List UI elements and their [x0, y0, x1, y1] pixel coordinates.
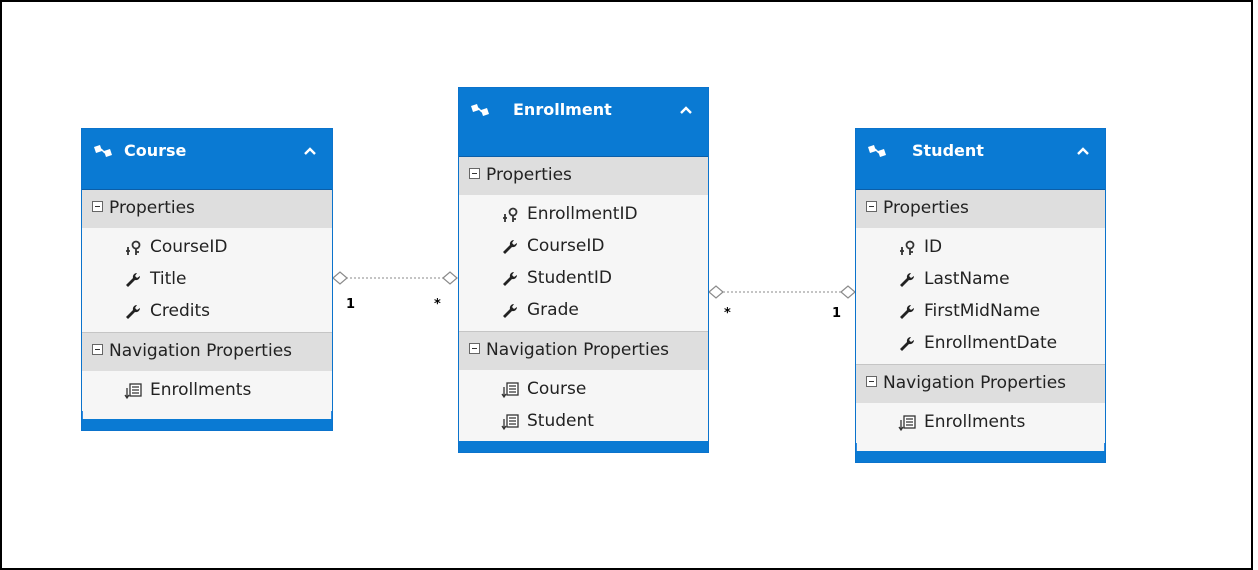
entity-header[interactable]: Enrollment	[459, 88, 708, 157]
entity-title: Course	[124, 141, 187, 160]
properties-section-header[interactable]: Properties	[856, 190, 1105, 228]
association-end-diamond	[332, 271, 348, 285]
property-row[interactable]: Credits	[82, 296, 332, 328]
collapse-minus-icon[interactable]	[469, 343, 480, 354]
collapse-minus-icon[interactable]	[866, 201, 877, 212]
property-name: EnrollmentDate	[924, 333, 1058, 353]
entity-footer	[856, 451, 1105, 462]
navigation-property-icon	[898, 415, 916, 432]
entity-student[interactable]: Student Properties ID LastName FirstMidN…	[855, 128, 1106, 463]
association-end-diamond	[442, 271, 458, 285]
collapse-minus-icon[interactable]	[92, 344, 103, 355]
property-name: LastName	[924, 269, 1010, 289]
section-label: Navigation Properties	[109, 341, 293, 361]
property-row[interactable]: CourseID	[82, 232, 332, 264]
property-name: EnrollmentID	[527, 204, 638, 224]
entity-footer	[82, 419, 332, 430]
section-label: Properties	[883, 198, 969, 218]
navigation-section-header[interactable]: Navigation Properties	[82, 333, 332, 371]
wrench-property-icon	[900, 304, 915, 319]
property-name: Grade	[527, 300, 579, 320]
key-property-icon	[900, 240, 915, 255]
entity-course[interactable]: Course Properties CourseID Title Credits…	[81, 128, 333, 431]
association-end-diamond	[840, 285, 856, 299]
navigation-list: Enrollments	[82, 371, 332, 411]
entity-header[interactable]: Course	[82, 129, 332, 190]
property-row[interactable]: CourseID	[459, 231, 708, 263]
property-name: ID	[924, 237, 943, 257]
properties-list: ID LastName FirstMidName EnrollmentDate	[856, 228, 1105, 364]
navigation-name: Enrollments	[150, 380, 252, 400]
property-row[interactable]: StudentID	[459, 263, 708, 295]
property-row[interactable]: ID	[856, 232, 1105, 264]
navigation-property-icon	[124, 383, 142, 400]
entity-type-icon	[94, 145, 112, 157]
navigation-name: Enrollments	[924, 412, 1026, 432]
multiplicity-enrollment-end: *	[724, 306, 731, 321]
section-label: Properties	[486, 165, 572, 185]
entity-title: Enrollment	[513, 100, 612, 119]
wrench-property-icon	[503, 303, 518, 318]
navigation-row[interactable]: Enrollments	[82, 375, 332, 407]
entity-header[interactable]: Student	[856, 129, 1105, 190]
property-row[interactable]: FirstMidName	[856, 296, 1105, 328]
properties-list: CourseID Title Credits	[82, 228, 332, 332]
collapse-minus-icon[interactable]	[866, 376, 877, 387]
navigation-name: Course	[527, 379, 587, 399]
navigation-section-header[interactable]: Navigation Properties	[459, 332, 708, 370]
property-name: CourseID	[150, 237, 228, 257]
section-label: Properties	[109, 198, 195, 218]
chevron-up-icon[interactable]	[1073, 141, 1093, 161]
property-name: FirstMidName	[924, 301, 1041, 321]
navigation-name: Student	[527, 411, 594, 431]
section-label: Navigation Properties	[486, 340, 670, 360]
section-label: Navigation Properties	[883, 373, 1067, 393]
wrench-property-icon	[900, 272, 915, 287]
chevron-up-icon[interactable]	[300, 141, 320, 161]
navigation-row[interactable]: Course	[459, 374, 708, 406]
properties-section-header[interactable]: Properties	[82, 190, 332, 228]
properties-section-header[interactable]: Properties	[459, 157, 708, 195]
property-row[interactable]: EnrollmentID	[459, 199, 708, 231]
navigation-list: Course Student	[459, 370, 708, 442]
wrench-property-icon	[503, 271, 518, 286]
property-row[interactable]: Title	[82, 264, 332, 296]
association-enrollment-student[interactable]	[708, 285, 856, 299]
key-property-icon	[503, 207, 518, 222]
multiplicity-student-end: 1	[832, 306, 842, 321]
property-name: StudentID	[527, 268, 613, 288]
navigation-list: Enrollments	[856, 403, 1105, 443]
property-name: Credits	[150, 301, 210, 321]
wrench-property-icon	[503, 239, 518, 254]
navigation-section-header[interactable]: Navigation Properties	[856, 365, 1105, 403]
property-row[interactable]: Grade	[459, 295, 708, 327]
navigation-row[interactable]: Student	[459, 406, 708, 438]
association-end-diamond	[708, 285, 724, 299]
collapse-minus-icon[interactable]	[469, 168, 480, 179]
wrench-property-icon	[900, 336, 915, 351]
navigation-property-icon	[501, 382, 519, 399]
multiplicity-enrollment-end: *	[434, 297, 441, 312]
entity-footer	[459, 441, 708, 452]
wrench-property-icon	[126, 304, 141, 319]
entity-title: Student	[912, 141, 984, 160]
collapse-minus-icon[interactable]	[92, 201, 103, 212]
property-row[interactable]: EnrollmentDate	[856, 328, 1105, 360]
navigation-row[interactable]: Enrollments	[856, 407, 1105, 439]
entity-diagram-canvas: 1 * * 1 Course Properties CourseID Title…	[0, 0, 1258, 563]
navigation-property-icon	[501, 414, 519, 431]
entity-type-icon	[471, 104, 489, 116]
chevron-up-icon[interactable]	[676, 100, 696, 120]
properties-list: EnrollmentID CourseID StudentID Grade	[459, 195, 708, 331]
key-property-icon	[126, 240, 141, 255]
property-name: CourseID	[527, 236, 605, 256]
property-name: Title	[150, 269, 187, 289]
association-course-enrollment[interactable]	[332, 271, 458, 285]
property-row[interactable]: LastName	[856, 264, 1105, 296]
wrench-property-icon	[126, 272, 141, 287]
multiplicity-course-end: 1	[346, 297, 356, 312]
entity-type-icon	[868, 145, 886, 157]
entity-enrollment[interactable]: Enrollment Properties EnrollmentID Cours…	[458, 87, 709, 453]
